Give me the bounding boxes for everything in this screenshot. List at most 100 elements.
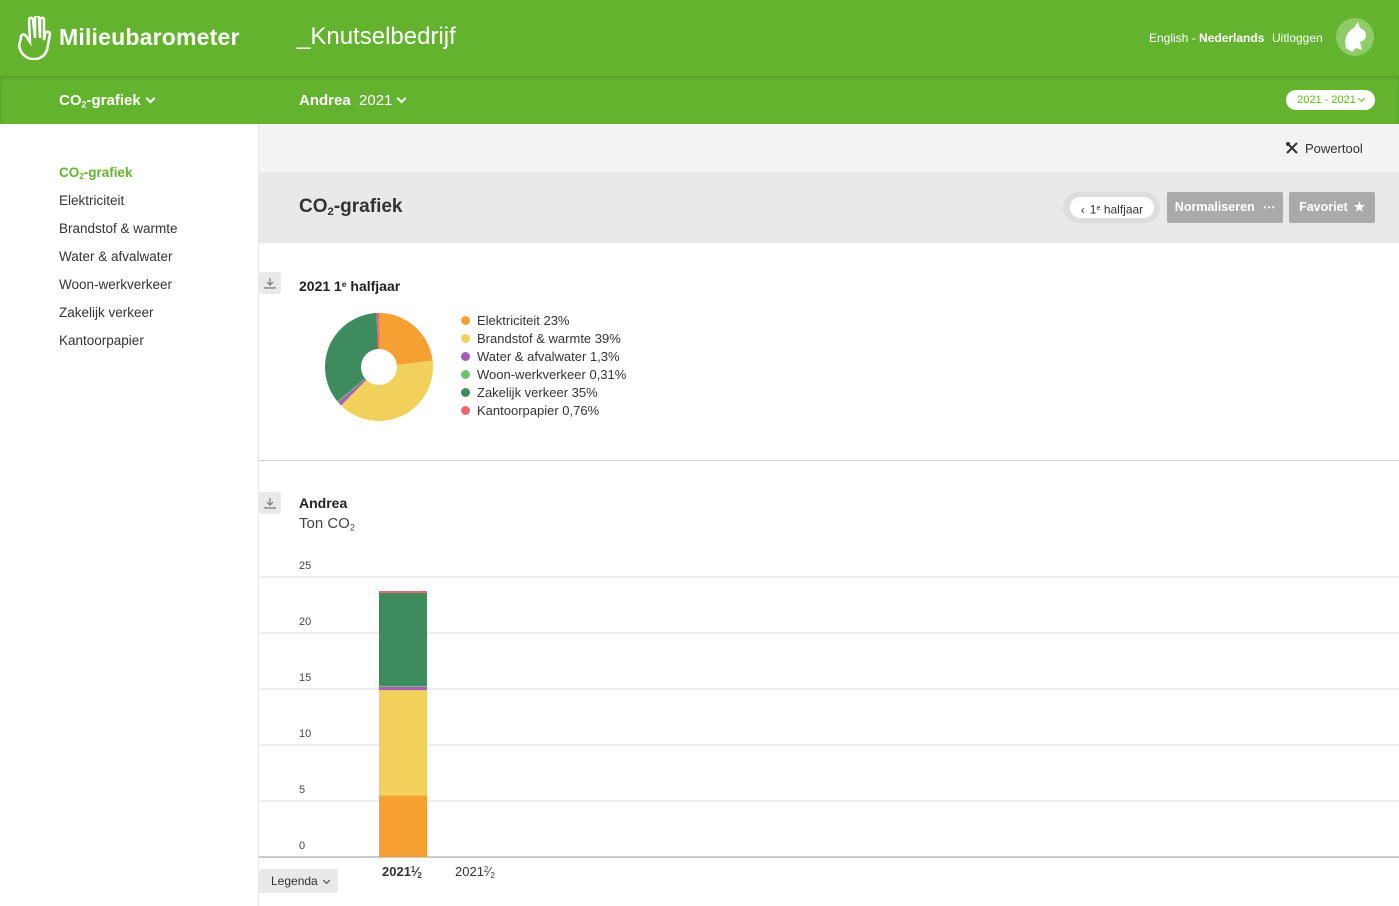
download-pie-button[interactable] <box>259 272 281 294</box>
period-range-label: 2021 - 2021 <box>1297 94 1356 106</box>
x-tick-den: 2 <box>417 870 422 880</box>
bar-segment-brandstof-warmte[interactable] <box>379 690 427 796</box>
hand-logo-icon[interactable] <box>16 16 52 60</box>
co2-stacked-bar-chart <box>259 576 1399 858</box>
legend-color-dot <box>461 388 470 397</box>
normalize-button[interactable]: Normaliseren ⋯ <box>1167 192 1283 223</box>
y-tick-label: 5 <box>299 784 306 796</box>
sidebar <box>0 124 259 906</box>
ellipsis-icon: ⋯ <box>1262 200 1276 214</box>
lang-separator: - <box>1188 31 1200 45</box>
pie-legend-item: Water & afvalwater 1,3% <box>461 349 620 364</box>
pie-title-rest: halfjaar <box>346 278 401 294</box>
sidebar-item-brandstof-warmte[interactable]: Brandstof & warmte <box>59 221 178 236</box>
bar-chart-title: Andrea <box>299 495 348 511</box>
pie-chart-title: 2021 1e halfjaar <box>299 278 400 294</box>
sidebar-item-elektriciteit[interactable]: Elektriciteit <box>59 193 124 208</box>
pie-legend-item: Brandstof & warmte 39% <box>461 331 621 346</box>
bar-segment-elektriciteit[interactable] <box>379 795 427 857</box>
bar-segment-woon-werkverkeer[interactable] <box>379 685 427 687</box>
pie-legend-item: Elektriciteit 23% <box>461 313 569 328</box>
legend-label: Brandstof & warmte 39% <box>477 331 621 346</box>
chevron-left-icon: ‹ <box>1080 202 1085 217</box>
half-year-label: halfjaar <box>1100 202 1144 217</box>
company-name: _Knutselbedrijf <box>297 23 456 50</box>
favorite-button[interactable]: Favoriet ★ <box>1289 192 1375 223</box>
section-divider <box>259 460 1399 461</box>
legend-label: Kantoorpapier 0,76% <box>477 403 600 418</box>
y-tick-label: 0 <box>299 840 306 852</box>
legend-label: Zakelijk verkeer 35% <box>477 385 598 400</box>
sidebar-item-zakelijk-verkeer[interactable]: Zakelijk verkeer <box>59 305 154 320</box>
pie-legend-item: Woon-werkverkeer 0,31% <box>461 367 626 382</box>
view-selector-label: CO <box>59 92 82 109</box>
legend-color-dot <box>461 316 470 325</box>
unit-label: Ton CO <box>299 515 350 532</box>
legend-color-dot <box>461 352 470 361</box>
y-tick-label: 25 <box>299 560 312 572</box>
pie-title-year: 2021 1 <box>299 278 342 294</box>
avatar[interactable] <box>1336 18 1374 56</box>
legend-label: Water & afvalwater 1,3% <box>477 349 620 364</box>
normalize-label: Normaliseren <box>1174 200 1255 214</box>
legend-toggle-label: Legenda <box>271 874 318 888</box>
view-selector-label-suffix: -grafiek <box>86 92 141 109</box>
half-year-button[interactable]: ‹ 1e halfjaar <box>1070 197 1154 218</box>
chevron-down-icon <box>396 93 407 104</box>
favorite-label: Favoriet <box>1299 200 1348 214</box>
x-tick-num: 1 <box>410 865 416 875</box>
y-tick-label: 20 <box>299 616 312 628</box>
download-bar-button[interactable] <box>259 492 281 514</box>
bar-segment-kantoorpapier[interactable] <box>379 591 427 594</box>
location-label: Andrea <box>299 92 351 109</box>
period-range-dropdown[interactable]: 2021 - 2021 <box>1286 90 1375 110</box>
chevron-down-icon <box>1357 94 1365 103</box>
sidebar-item-woon-werkverkeer[interactable]: Woon-werkverkeer <box>59 277 172 292</box>
x-tick-second-half: 20212⁄2 <box>455 864 495 880</box>
year-label: 2021 <box>359 92 393 109</box>
sidebar-item-label-suffix: -grafiek <box>83 165 133 180</box>
x-tick-num: 2 <box>483 865 489 875</box>
legend-color-dot <box>461 406 470 415</box>
bar-segment-water-afvalwater[interactable] <box>379 686 427 691</box>
powertool-label: Powertool <box>1305 141 1363 156</box>
view-selector-dropdown[interactable]: CO2-grafiek <box>59 92 156 109</box>
x-tick-den: 2 <box>490 870 495 880</box>
x-tick-first-half: 20211⁄2 <box>382 864 422 880</box>
y-tick-label: 10 <box>299 728 312 740</box>
location-year-dropdown[interactable]: Andrea 2021 <box>299 92 407 109</box>
brand-name[interactable]: Milieubarometer <box>59 24 240 51</box>
bar-chart-unit: Ton CO2 <box>299 515 355 532</box>
legend-toggle-button[interactable]: Legenda <box>259 869 338 893</box>
pie-legend-item: Kantoorpapier 0,76% <box>461 403 599 418</box>
top-header: Milieubarometer _Knutselbedrijf English … <box>0 0 1399 76</box>
page-title: CO2-grafiek <box>299 196 402 218</box>
lang-dutch-link[interactable]: Nederlands <box>1199 31 1264 45</box>
unit-sub: 2 <box>349 522 355 533</box>
page-title-text: CO <box>299 196 328 217</box>
sidebar-item-co2-grafiek[interactable]: CO2-grafiek <box>59 165 133 181</box>
tool-row <box>259 124 1399 172</box>
y-tick-label: 15 <box>299 672 312 684</box>
animal-avatar-icon <box>1345 22 1367 52</box>
legend-color-dot <box>461 334 470 343</box>
legend-label: Woon-werkverkeer 0,31% <box>477 367 627 382</box>
co2-donut-chart <box>325 313 433 421</box>
powertool-button[interactable]: Powertool <box>1285 139 1363 156</box>
download-icon <box>264 278 276 289</box>
lang-english-link[interactable]: English <box>1149 31 1188 45</box>
page-title-suffix: -grafiek <box>333 196 403 217</box>
pie-legend-item: Zakelijk verkeer 35% <box>461 385 598 400</box>
pie-slice-elektriciteit <box>379 313 433 365</box>
sidebar-item-water-afvalwater[interactable]: Water & afvalwater <box>59 249 173 264</box>
legend-color-dot <box>461 370 470 379</box>
chevron-down-icon <box>322 876 330 885</box>
legend-label: Elektriciteit 23% <box>477 313 570 328</box>
x-tick-year: 2021 <box>455 864 484 879</box>
sidebar-item-kantoorpapier[interactable]: Kantoorpapier <box>59 333 144 348</box>
language-switcher: English - Nederlands <box>1149 31 1264 45</box>
logout-link[interactable]: Uitloggen <box>1272 31 1323 45</box>
download-icon <box>264 498 276 509</box>
sub-navigation-bar <box>0 76 1399 124</box>
bar-segment-zakelijk-verkeer[interactable] <box>379 593 427 686</box>
